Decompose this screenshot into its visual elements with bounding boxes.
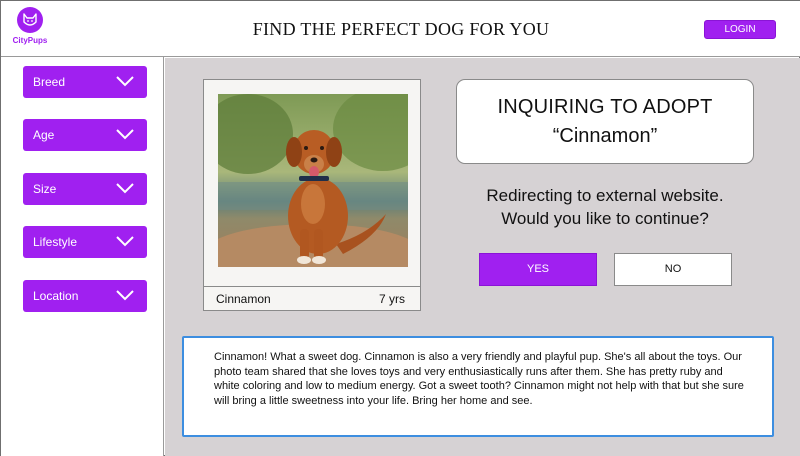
dog-photo: [218, 94, 408, 267]
login-button[interactable]: LOGIN: [704, 20, 776, 39]
redirect-line-1: Redirecting to external website.: [486, 186, 724, 205]
card-footer: Cinnamon 7 yrs: [204, 286, 420, 310]
inquiry-dog-name: “Cinnamon”: [552, 125, 658, 147]
sidebar: Breed Age Size Lifestyle Location: [1, 57, 164, 456]
filter-breed[interactable]: Breed: [23, 66, 147, 98]
chevron-down-icon: [116, 183, 134, 194]
header: FIND THE PERFECT DOG FOR YOU CityPups LO…: [1, 1, 800, 57]
inquiry-title: INQUIRING TO ADOPT: [497, 96, 713, 118]
app-window: FIND THE PERFECT DOG FOR YOU CityPups LO…: [0, 0, 800, 456]
inquiry-box: INQUIRING TO ADOPT “Cinnamon”: [456, 79, 754, 164]
redirect-line-2: Would you like to continue?: [501, 209, 709, 228]
dog-age: 7 yrs: [378, 292, 405, 306]
page-title: FIND THE PERFECT DOG FOR YOU: [252, 19, 550, 39]
dog-description: Cinnamon! What a sweet dog. Cinnamon is …: [182, 336, 774, 437]
logo[interactable]: CityPups: [9, 7, 51, 51]
chevron-down-icon: [116, 290, 134, 301]
chevron-down-icon: [116, 129, 134, 140]
filter-label: Lifestyle: [33, 235, 78, 249]
dog-card[interactable]: Cinnamon 7 yrs: [203, 79, 421, 311]
filter-size[interactable]: Size: [23, 173, 147, 205]
filter-label: Breed: [33, 75, 66, 89]
filter-label: Age: [33, 128, 55, 142]
dog-name: Cinnamon: [216, 292, 271, 306]
filter-location[interactable]: Location: [23, 280, 147, 312]
filter-age[interactable]: Age: [23, 119, 147, 151]
cat-logo-icon: [17, 7, 43, 33]
chevron-down-icon: [116, 236, 134, 247]
chevron-down-icon: [116, 76, 134, 87]
redirect-message: Redirecting to external website. Would y…: [456, 184, 754, 230]
filter-label: Size: [33, 182, 57, 196]
yes-button[interactable]: YES: [479, 253, 597, 286]
no-button[interactable]: NO: [614, 253, 732, 286]
filter-label: Location: [33, 289, 79, 303]
filter-lifestyle[interactable]: Lifestyle: [23, 226, 147, 258]
logo-text: CityPups: [12, 36, 48, 45]
